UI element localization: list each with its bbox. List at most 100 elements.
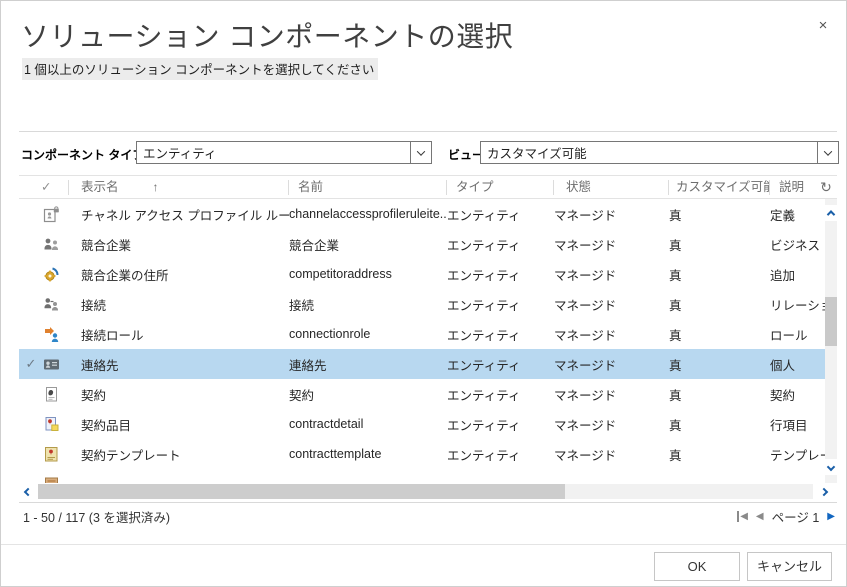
view-value: カスタマイズ可能 [481,143,817,162]
chevron-down-icon [417,147,425,155]
components-grid: ✓ 表示名↑ 名前 タイプ 状態 カスタマイズ可能 説明 ↻ チャネル アクセス… [19,175,837,530]
cell-description: 契約 [770,385,825,404]
horizontal-scrollbar-track[interactable] [38,484,813,499]
page-number-label: ページ 1 [772,507,820,526]
view-label: ビュー [448,146,484,163]
column-header-description[interactable]: 説明 [770,180,815,195]
cell-type: エンティティ [447,235,554,254]
select-solution-components-dialog: ソリューション コンポーネントの選択 1 個以上のソリューション コンポーネント… [0,0,847,587]
row-selected-check-icon[interactable]: ✓ [19,356,43,372]
close-icon[interactable]: × [812,15,834,37]
cell-state: マネージド [554,205,669,224]
cell-name: connectionrole [289,327,447,341]
grid-body: チャネル アクセス プロファイル ルール品目channelaccessprofi… [19,199,837,483]
column-header-name[interactable]: 名前 [289,180,447,195]
cell-name: contractdetail [289,417,447,431]
vertical-scrollbar-thumb[interactable] [825,297,837,346]
ok-button[interactable]: OK [654,552,740,581]
cell-state: マネージド [554,295,669,314]
cell-state: マネージド [554,325,669,344]
cell-state: マネージド [554,235,669,254]
scroll-right-button[interactable] [815,483,833,500]
table-row[interactable]: チャネル アクセス プロファイル ルール品目channelaccessprofi… [19,199,825,229]
table-row[interactable]: 競合企業競合企業エンティティマネージド真ビジネス [19,229,825,259]
component-type-value: エンティティ [137,143,410,162]
cancel-button[interactable]: キャンセル [747,552,832,581]
contract-icon [43,386,60,403]
contract-detail-icon [43,416,60,433]
cell-type: エンティティ [447,415,554,434]
table-row[interactable]: 接続接続エンティティマネージド真リレーショ [19,289,825,319]
table-row[interactable]: ✓連絡先連絡先エンティティマネージド真個人 [19,349,825,379]
competitor-address-icon [43,266,60,283]
table-row[interactable]: 契約品目contractdetailエンティティマネージド真行項目 [19,409,825,439]
cell-display-name: 連絡先 [81,355,289,374]
grid-rows-container: チャネル アクセス プロファイル ルール品目channelaccessprofi… [19,199,825,483]
cell-customizable: 真 [669,445,770,464]
column-header-display-name[interactable]: 表示名↑ [69,180,289,195]
competitor-icon [43,236,60,253]
previous-page-icon[interactable]: ◀ [756,511,764,522]
cell-description: ロール [770,325,825,344]
table-row[interactable]: 契約テンプレートcontracttemplateエンティティマネージド真テンプレ… [19,439,825,469]
channel-access-profile-rule-item-icon [43,206,60,223]
cell-display-name: 契約品目 [81,415,289,434]
horizontal-scrollbar[interactable] [19,483,837,500]
contact-icon [43,356,60,373]
partial-entity-icon [43,476,60,484]
cell-description: 定義 [770,205,825,224]
cell-display-name: チャネル アクセス プロファイル ルール品目 [81,205,289,224]
next-page-icon[interactable]: ▶ [827,511,835,522]
sort-ascending-icon: ↑ [153,180,159,194]
first-page-icon[interactable]: ◀ [737,511,748,522]
cell-state: マネージド [554,355,669,374]
table-row[interactable]: 接続ロールconnectionroleエンティティマネージド真ロール [19,319,825,349]
table-row[interactable]: 契約契約エンティティマネージド真契約 [19,379,825,409]
scroll-down-button[interactable] [825,459,837,475]
cell-customizable: 真 [669,415,770,434]
chevron-left-icon [24,487,32,495]
vertical-scrollbar[interactable] [825,199,837,483]
connection-role-icon [43,326,60,343]
table-row[interactable] [19,469,825,483]
cell-customizable: 真 [669,385,770,404]
table-row[interactable]: 競合企業の住所competitoraddressエンティティマネージド真追加 [19,259,825,289]
cell-customizable: 真 [669,265,770,284]
column-header-type[interactable]: タイプ [447,180,554,195]
record-range-text: 1 - 50 / 117 (3 を選択済み) [19,507,737,526]
header-divider [19,131,837,132]
cell-type: エンティティ [447,355,554,374]
cell-customizable: 真 [669,355,770,374]
cell-customizable: 真 [669,325,770,344]
cell-description: 個人 [770,355,825,374]
cell-display-name: 接続 [81,295,289,314]
scroll-left-button[interactable] [19,483,37,500]
chevron-down-icon [824,147,832,155]
column-header-state[interactable]: 状態 [554,180,669,195]
column-header-customizable[interactable]: カスタマイズ可能 [669,180,770,195]
horizontal-scrollbar-thumb[interactable] [38,484,565,499]
select-all-check-icon[interactable]: ✓ [19,180,69,195]
cell-display-name: 契約 [81,385,289,404]
cell-display-name: 契約テンプレート [81,445,289,464]
refresh-icon[interactable]: ↻ [815,179,837,196]
cell-name: competitoraddress [289,267,447,281]
component-type-select[interactable]: エンティティ [136,141,432,164]
component-type-dropdown-button[interactable] [410,142,431,163]
pager: ◀ ◀ ページ 1 ▶ [737,507,837,526]
view-select[interactable]: カスタマイズ可能 [480,141,839,164]
grid-header-row: ✓ 表示名↑ 名前 タイプ 状態 カスタマイズ可能 説明 ↻ [19,175,837,199]
cell-description: 行項目 [770,415,825,434]
cell-type: エンティティ [447,295,554,314]
cell-type: エンティティ [447,325,554,344]
dialog-subtitle: 1 個以上のソリューション コンポーネントを選択してください [22,58,378,80]
cell-customizable: 真 [669,205,770,224]
scroll-up-button[interactable] [825,205,837,221]
cell-description: リレーショ [770,295,825,314]
cell-name: 接続 [289,295,447,314]
cell-type: エンティティ [447,445,554,464]
view-dropdown-button[interactable] [817,142,838,163]
cell-name: channelaccessprofileruleite... [289,207,447,221]
cell-description: 追加 [770,265,825,284]
cell-name: 競合企業 [289,235,447,254]
